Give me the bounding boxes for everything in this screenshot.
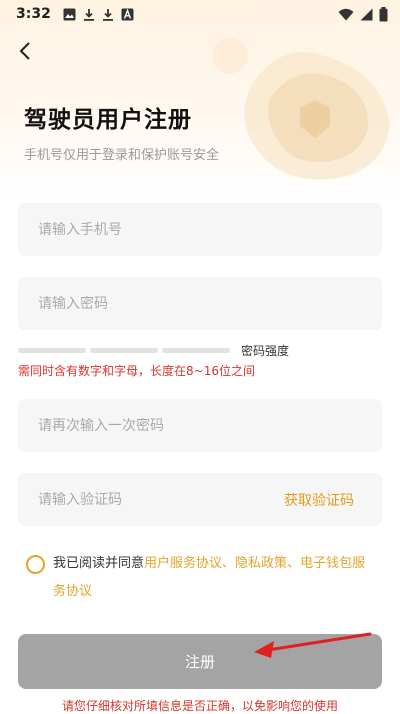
strength-bar — [90, 347, 158, 353]
password-hint: 需同时含有数字和字母，长度在8~16位之间 — [18, 364, 255, 378]
strength-bar — [162, 347, 230, 353]
page-title: 驾驶员用户注册 — [24, 107, 192, 133]
confirm-password-field[interactable] — [18, 399, 382, 452]
decorative-illustration — [212, 38, 390, 180]
agreement-text: 我已阅读并同意用户服务协议、隐私政策、电子钱包服务协议 — [53, 550, 376, 606]
wifi-icon — [338, 8, 354, 20]
confirm-password-input[interactable] — [38, 417, 382, 434]
verification-code-field[interactable]: 获取验证码 — [18, 473, 382, 526]
chevron-left-icon — [19, 42, 30, 60]
status-bar: 3:32 — [0, 0, 400, 28]
user-service-agreement-link[interactable]: 用户服务协议 — [144, 556, 222, 571]
agreement-prefix: 我已阅读并同意 — [53, 556, 145, 571]
page-subtitle: 手机号仅用于登录和保护账号安全 — [24, 148, 220, 163]
password-input[interactable] — [38, 295, 382, 312]
password-strength-meter: 密码强度 — [18, 343, 382, 358]
strength-bar — [18, 347, 86, 353]
agreement-separator: 、 — [222, 556, 236, 571]
phone-field[interactable] — [18, 203, 382, 256]
battery-icon — [379, 6, 388, 21]
register-button[interactable]: 注册 — [18, 634, 382, 689]
verification-code-input[interactable] — [38, 491, 284, 508]
image-icon — [63, 8, 76, 20]
signal-icon — [360, 8, 373, 20]
download-icon — [83, 8, 94, 21]
footer-note: 请您仔细核对所填信息是否正确，以免影响您的使用 — [61, 699, 338, 713]
agree-checkbox[interactable] — [26, 555, 45, 574]
get-code-button[interactable]: 获取验证码 — [284, 490, 354, 510]
agreement-separator: 、 — [287, 556, 301, 571]
download-icon — [102, 8, 113, 21]
status-time: 3:32 — [16, 6, 51, 22]
strength-label: 密码强度 — [241, 343, 290, 358]
phone-input[interactable] — [38, 221, 382, 238]
back-button[interactable] — [12, 38, 38, 64]
password-field[interactable] — [18, 277, 382, 330]
font-a-icon — [121, 8, 134, 20]
privacy-policy-link[interactable]: 隐私政策 — [235, 556, 287, 571]
